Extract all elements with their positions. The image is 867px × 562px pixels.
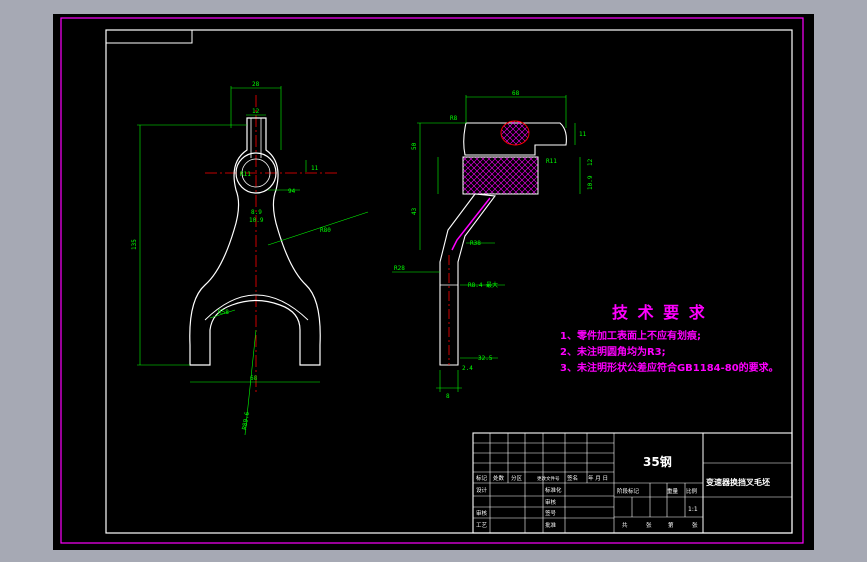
dim-front-2: R11 (240, 171, 251, 178)
dim-side-2: 11 (579, 131, 587, 138)
dim-side-7: R38 (470, 240, 481, 247)
dim-side-12: 8 (446, 393, 450, 400)
left-label-2: 工艺 (476, 522, 488, 529)
dim-side-0: 68 (512, 90, 520, 97)
sheet-label-3: 张 (692, 521, 698, 529)
left-label-0: 设计 (476, 486, 488, 494)
sheet-label-2: 第 (668, 521, 674, 529)
notes-title: 技 术 要 求 (612, 303, 707, 322)
dim-side-1: R8 (450, 115, 458, 122)
row-label-3: 更改文件号 (537, 475, 560, 482)
mid-label-2: 批准 (545, 521, 557, 529)
dim-side-8: 43 (411, 207, 418, 215)
drawing-area (53, 14, 814, 550)
dim-side-5: 12 (587, 158, 594, 166)
cad-drawing-viewport: 28 12 R11 11 94 8.9 10.9 R80 135 R58 68 … (53, 14, 814, 550)
dim-front-10: 68 (250, 375, 258, 382)
dim-front-8: 135 (131, 239, 138, 250)
note-item-3: 3、未注明形状公差应符合GB1184-80的要求。 (560, 361, 779, 374)
note-item-1: 1、零件加工表面上不应有划痕; (560, 329, 701, 342)
section-boss-hatched (462, 156, 539, 195)
mid-label-3: 签号 (545, 509, 557, 517)
dim-front-5: 8.9 (251, 209, 262, 216)
sheet-label-1: 张 (646, 521, 652, 529)
dim-side-9: R28 (394, 265, 405, 272)
dim-front-7: R80 (320, 227, 331, 234)
dim-front-6: 10.9 (249, 217, 264, 224)
stage-label-2: 比例 (686, 487, 698, 495)
note-item-2: 2、未注明圆角均为R3; (560, 345, 666, 358)
part-name-label: 变速器换挡叉毛坯 (706, 477, 770, 487)
dim-side-13: R8.4 最大 (468, 281, 498, 289)
dim-side-11: 32.5 (478, 355, 493, 362)
dim-front-3: 11 (311, 165, 319, 172)
dim-side-4: R11 (546, 158, 557, 165)
row-label-0: 标记 (476, 474, 488, 482)
dim-front-9: R58 (218, 309, 229, 316)
dim-side-10: 2.4 (462, 365, 473, 372)
dim-side-3: 50 (411, 142, 418, 150)
row-label-4: 签名 (567, 474, 578, 482)
dim-front-0: 28 (252, 81, 260, 88)
material-label: 35钢 (643, 454, 672, 469)
sheet-label-0: 共 (622, 521, 628, 529)
row-label-5: 年 月 日 (588, 474, 608, 482)
left-label-1: 审核 (476, 509, 488, 517)
dim-front-4: 94 (288, 188, 296, 195)
mid-label-0: 标准化 (545, 486, 562, 494)
scale-label: 1:1 (688, 506, 698, 513)
dim-front-1: 12 (252, 108, 260, 115)
dim-side-6: 10.9 (587, 175, 594, 190)
row-label-2: 分区 (511, 474, 523, 482)
mid-label-1: 审核 (545, 498, 557, 506)
stage-label-0: 阶段标记 (617, 487, 640, 495)
row-label-1: 处数 (493, 474, 505, 482)
section-round-hatched (500, 120, 530, 146)
stage-label-1: 重量 (667, 487, 679, 495)
